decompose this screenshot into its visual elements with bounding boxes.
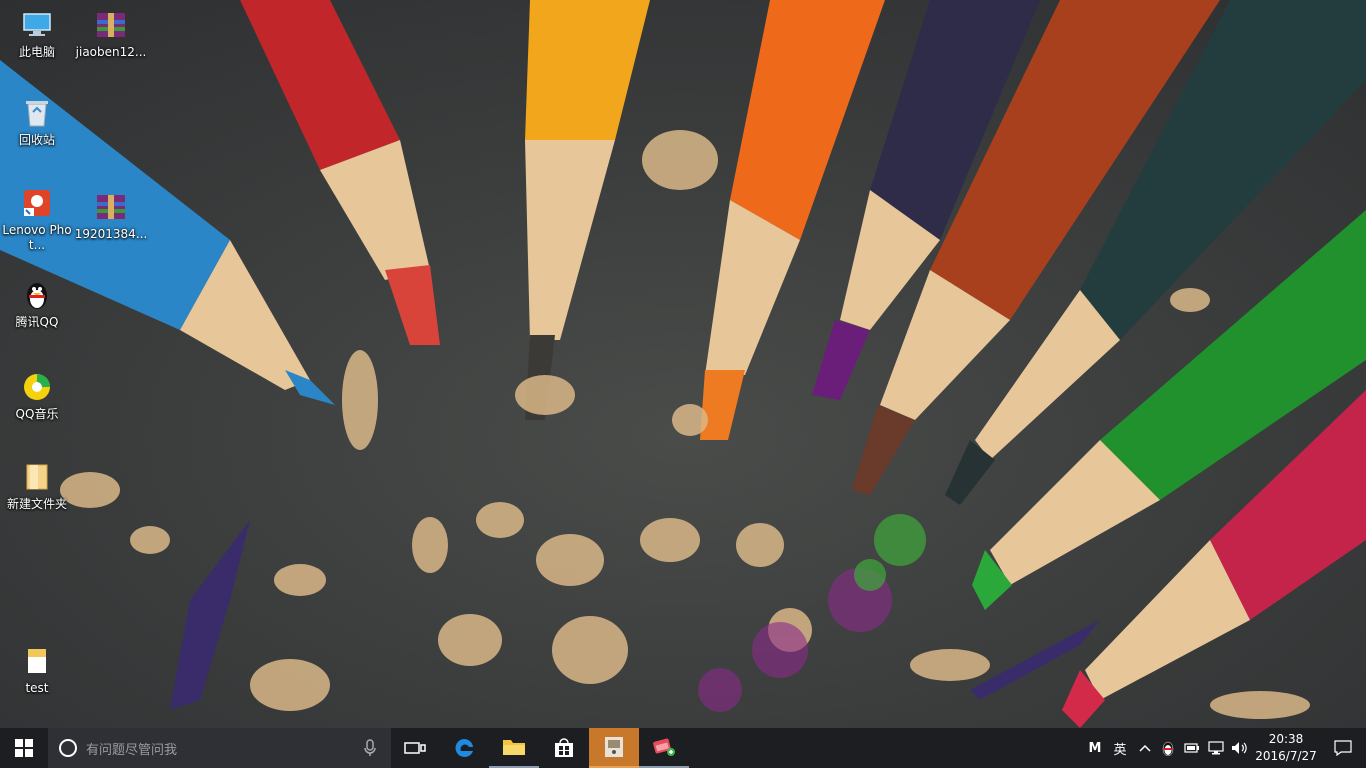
desktop-icon-label: 新建文件夹 (6, 497, 67, 511)
clock-time: 20:38 (1268, 732, 1304, 746)
cortana-search-box[interactable]: 有问题尽管问我 (48, 728, 391, 768)
action-center-button[interactable] (1320, 728, 1366, 768)
desktop-icon-label: 回收站 (18, 133, 55, 147)
cortana-circle-icon (59, 739, 77, 757)
tray-network[interactable] (1204, 728, 1228, 768)
start-button[interactable] (0, 728, 48, 768)
qq-music-icon (20, 370, 54, 404)
task-view-icon (404, 742, 426, 754)
edge-icon (455, 738, 473, 757)
chevron-up-icon (1139, 744, 1151, 752)
file-explorer-icon (503, 740, 525, 755)
notification-icon (1334, 740, 1352, 756)
desktop-icon-label: 此电脑 (18, 45, 55, 59)
winrar-archive-icon (94, 190, 128, 224)
folder-icon (20, 460, 54, 494)
network-icon (1208, 741, 1224, 755)
clock-date: 2016/7/27 (1255, 749, 1317, 763)
microphone-icon[interactable] (363, 739, 377, 757)
lenovo-photo-icon (20, 186, 54, 220)
volume-icon (1232, 742, 1247, 754)
ime-mode-indicator[interactable]: M (1084, 728, 1106, 768)
task-view-button[interactable] (391, 728, 439, 768)
qq-penguin-icon (1162, 741, 1174, 756)
desktop-icon-label: QQ音乐 (15, 407, 59, 421)
file-explorer-button[interactable] (489, 728, 539, 768)
paint-app-icon (653, 738, 675, 756)
tray-qq[interactable] (1156, 728, 1180, 768)
desktop-wallpaper (0, 0, 1366, 728)
taskbar: 有问题尽管问我 M 英 20:38 2016/7/27 (0, 728, 1366, 768)
battery-icon (1184, 743, 1199, 753)
desktop-icon-recycle-bin[interactable]: 回收站 (0, 96, 74, 148)
windows-logo-icon (15, 739, 33, 757)
paint-app-button[interactable] (639, 728, 689, 768)
store-button[interactable] (539, 728, 589, 768)
text-file-icon (20, 644, 54, 678)
image-app-button[interactable] (589, 728, 639, 768)
desktop-icon-this-pc[interactable]: 此电脑 (0, 8, 74, 60)
tray-volume[interactable] (1228, 728, 1252, 768)
computer-icon (20, 8, 54, 42)
desktop-icon-19201384-archive[interactable]: 19201384... (74, 190, 148, 242)
winrar-archive-icon (94, 8, 128, 42)
desktop-icon-qq-music[interactable]: QQ音乐 (0, 370, 74, 422)
desktop-icon-label: Lenovo Phot... (2, 223, 72, 252)
desktop-icon-label: 腾讯QQ (15, 315, 59, 329)
tray-battery[interactable] (1180, 728, 1204, 768)
store-icon (555, 738, 573, 757)
desktop-icon-test[interactable]: test (0, 644, 74, 696)
desktop-icon-label: 19201384... (74, 227, 148, 241)
desktop-icon-jiaoben-archive[interactable]: jiaoben12... (74, 8, 148, 60)
desktop-icon-lenovo-photo[interactable]: Lenovo Phot... (0, 186, 74, 253)
desktop-icon-new-folder[interactable]: 新建文件夹 (0, 460, 74, 512)
taskbar-clock[interactable]: 20:38 2016/7/27 (1252, 731, 1320, 765)
system-tray: M 英 20:38 2016/7/27 (1084, 728, 1366, 768)
show-hidden-icons-button[interactable] (1134, 728, 1156, 768)
ime-language-indicator[interactable]: 英 (1106, 728, 1134, 768)
desktop-icon-tencent-qq[interactable]: 腾讯QQ (0, 278, 74, 330)
recycle-bin-icon (20, 96, 54, 130)
desktop-icon-label: test (25, 681, 49, 695)
desktop-icon-label: jiaoben12... (75, 45, 147, 59)
search-placeholder: 有问题尽管问我 (86, 742, 178, 758)
edge-button[interactable] (439, 728, 489, 768)
image-app-icon (605, 737, 623, 757)
qq-penguin-icon (20, 278, 54, 312)
